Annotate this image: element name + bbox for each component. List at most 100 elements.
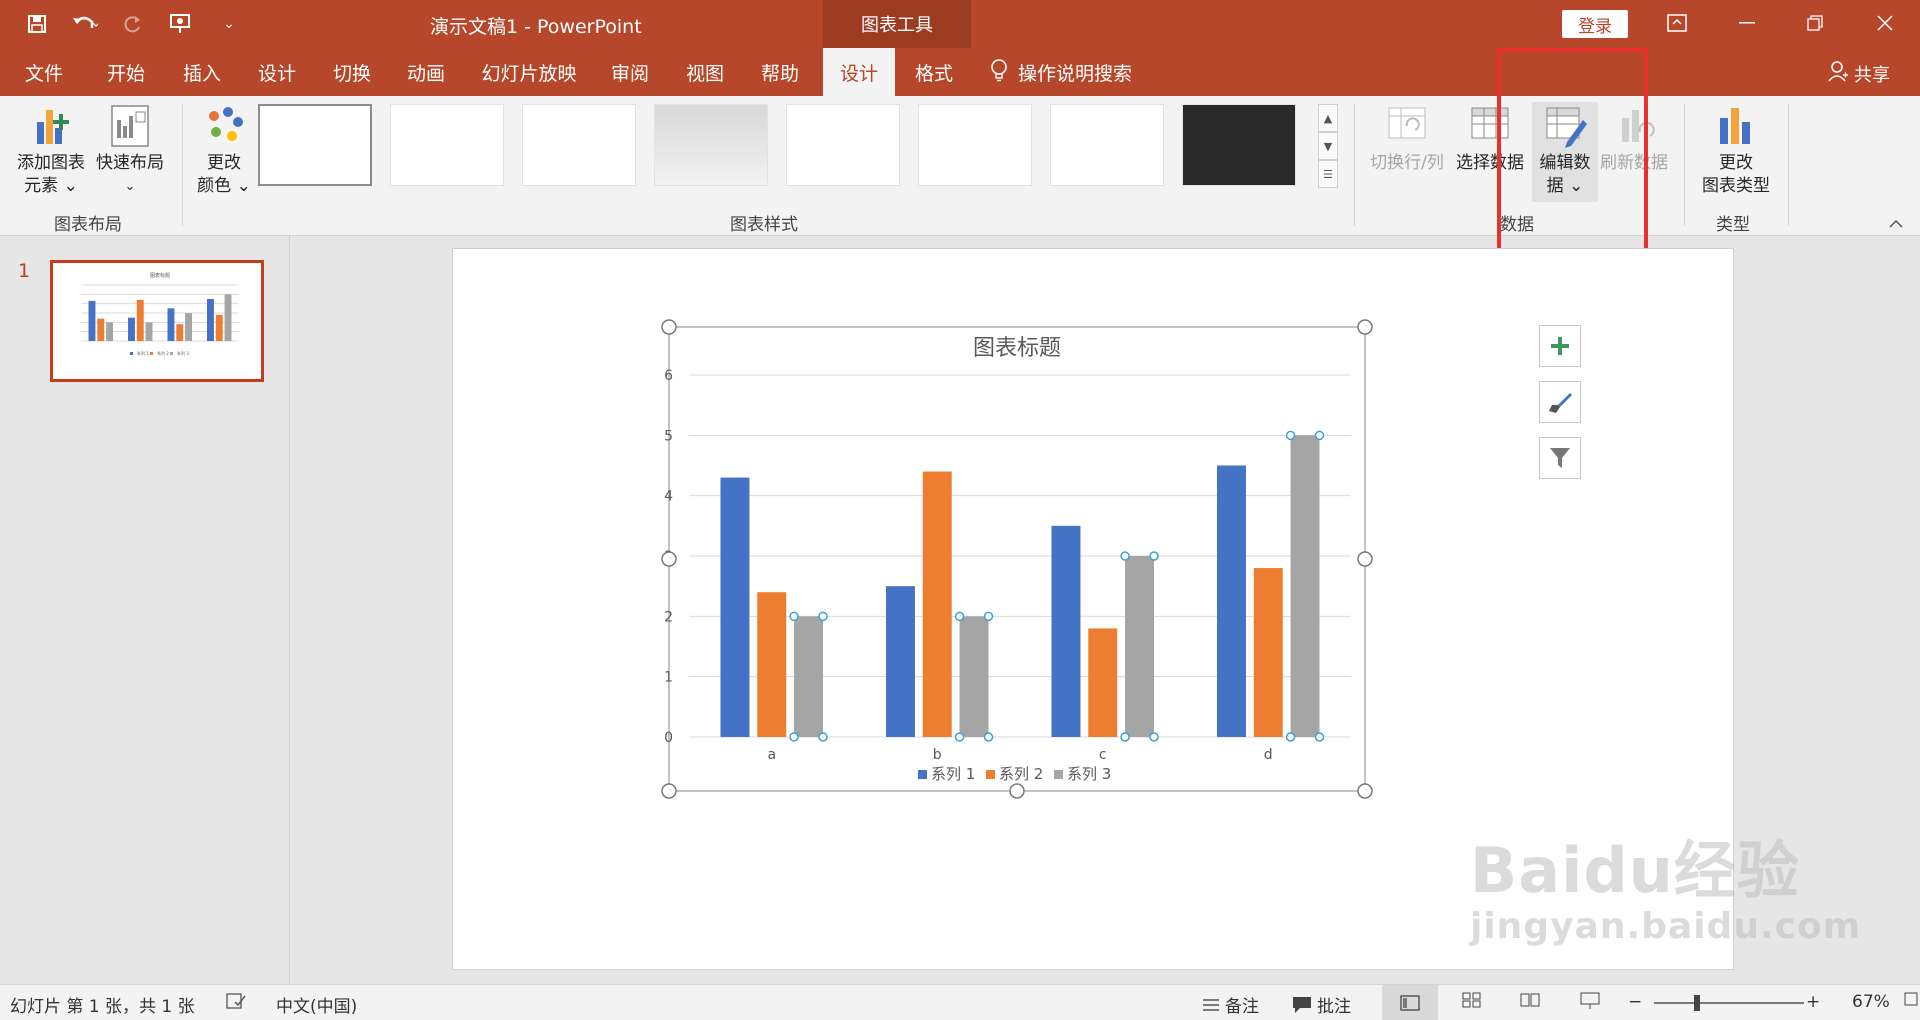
reading-view-icon[interactable] bbox=[1520, 992, 1540, 1008]
collapse-ribbon-icon[interactable] bbox=[1888, 214, 1908, 228]
bar-d-series1[interactable] bbox=[207, 299, 214, 341]
bar-a-series1[interactable] bbox=[88, 300, 96, 341]
quick-layout-button[interactable]: 快速布局 ⌄ bbox=[94, 102, 166, 198]
bar-b-series1[interactable] bbox=[885, 586, 915, 737]
bar-c-series2[interactable] bbox=[176, 324, 184, 341]
undo-icon[interactable] bbox=[70, 10, 100, 38]
selection-handle[interactable] bbox=[983, 611, 994, 622]
resize-handle[interactable] bbox=[1357, 783, 1373, 799]
gallery-more-icon[interactable]: ☰ bbox=[1318, 160, 1338, 188]
selection-handle[interactable] bbox=[1285, 430, 1296, 441]
tab-chart-design[interactable]: 设计 bbox=[823, 48, 895, 96]
bar-a-series2[interactable] bbox=[97, 318, 105, 341]
bar-c-series2[interactable] bbox=[1088, 628, 1118, 737]
tab-design[interactable]: 设计 bbox=[245, 48, 309, 96]
share-button[interactable]: 共享 bbox=[1828, 60, 1890, 87]
chart-style-8[interactable] bbox=[1182, 104, 1296, 186]
selection-handle[interactable] bbox=[1120, 732, 1130, 742]
fit-slide-icon[interactable] bbox=[1904, 992, 1918, 1006]
bar-d-series3[interactable] bbox=[224, 294, 232, 341]
bar-a-series3[interactable] bbox=[794, 616, 824, 737]
notes-button[interactable]: 备注 bbox=[1202, 992, 1259, 1017]
selection-handle[interactable] bbox=[954, 611, 965, 622]
selection-handle[interactable] bbox=[983, 732, 994, 742]
tab-review[interactable]: 审阅 bbox=[598, 48, 662, 96]
change-chart-type-button[interactable]: 更改 图表类型 bbox=[1694, 102, 1778, 198]
tell-me-search[interactable]: 操作说明搜索 bbox=[990, 48, 1160, 96]
selection-handle[interactable] bbox=[1120, 551, 1130, 561]
chart-style-1[interactable] bbox=[258, 104, 372, 186]
selection-handle[interactable] bbox=[818, 732, 828, 742]
zoom-slider-thumb[interactable] bbox=[1694, 995, 1700, 1011]
comments-button[interactable]: 批注 bbox=[1292, 992, 1351, 1017]
selection-handle[interactable] bbox=[789, 732, 799, 742]
selection-handle[interactable] bbox=[1314, 732, 1325, 742]
spellcheck-icon[interactable] bbox=[226, 992, 246, 1010]
slideshow-view-icon[interactable] bbox=[1580, 992, 1600, 1010]
resize-handle[interactable] bbox=[1357, 319, 1373, 335]
tab-slideshow[interactable]: 幻灯片放映 bbox=[474, 48, 584, 96]
tab-transitions[interactable]: 切换 bbox=[320, 48, 384, 96]
bar-a-series2[interactable] bbox=[757, 592, 787, 737]
resize-handle[interactable] bbox=[661, 551, 677, 567]
chart-style-3[interactable] bbox=[522, 104, 636, 186]
chart-filters-funnel-icon[interactable] bbox=[1539, 437, 1581, 479]
start-slideshow-icon[interactable] bbox=[166, 10, 196, 38]
tab-help[interactable]: 帮助 bbox=[748, 48, 812, 96]
login-button[interactable]: 登录 bbox=[1562, 10, 1628, 38]
bar-b-series1[interactable] bbox=[128, 317, 135, 341]
bar-b-series2[interactable] bbox=[922, 471, 952, 737]
bar-d-series1[interactable] bbox=[1216, 465, 1246, 738]
legend-label[interactable]: 系列 2 bbox=[999, 765, 1043, 783]
chart-elements-plus-icon[interactable] bbox=[1539, 325, 1581, 367]
slide-thumbnail[interactable]: 图表标题 系列 1 系列 2 系列 3 bbox=[50, 260, 264, 382]
language-status[interactable]: 中文(中国) bbox=[276, 992, 357, 1017]
chart-style-7[interactable] bbox=[1050, 104, 1164, 186]
gallery-scroll-down-icon[interactable]: ▼ bbox=[1318, 132, 1338, 160]
selection-handle[interactable] bbox=[789, 611, 799, 622]
bar-d-series3[interactable] bbox=[1290, 435, 1320, 737]
selection-handle[interactable] bbox=[1285, 732, 1296, 742]
chart-style-6[interactable] bbox=[918, 104, 1032, 186]
restore-icon[interactable] bbox=[1790, 6, 1840, 40]
resize-handle[interactable] bbox=[661, 783, 677, 799]
bar-d-series2[interactable] bbox=[1253, 568, 1283, 737]
selection-handle[interactable] bbox=[818, 611, 828, 622]
chart-style-2[interactable] bbox=[390, 104, 504, 186]
zoom-slider[interactable] bbox=[1654, 1002, 1804, 1004]
slide-count-status[interactable]: 幻灯片 第 1 张，共 1 张 bbox=[10, 992, 195, 1017]
legend-label[interactable]: 系列 3 bbox=[177, 350, 189, 356]
chart-style-4[interactable] bbox=[654, 104, 768, 186]
bar-a-series3[interactable] bbox=[106, 322, 113, 341]
normal-view-button[interactable] bbox=[1382, 985, 1438, 1020]
bar-d-series2[interactable] bbox=[215, 314, 223, 341]
gallery-scroll-up-icon[interactable]: ▲ bbox=[1318, 104, 1338, 132]
bar-b-series3[interactable] bbox=[145, 322, 153, 341]
legend-label[interactable]: 系列 1 bbox=[931, 765, 975, 783]
minimize-icon[interactable] bbox=[1722, 6, 1772, 40]
close-icon[interactable] bbox=[1860, 6, 1910, 40]
selection-handle[interactable] bbox=[1149, 551, 1159, 561]
bar-b-series3[interactable] bbox=[959, 616, 989, 737]
chart-title[interactable]: 图表标题 bbox=[150, 272, 170, 279]
tab-format[interactable]: 格式 bbox=[898, 48, 970, 96]
resize-handle[interactable] bbox=[1357, 551, 1373, 567]
add-chart-element-button[interactable]: 添加图表 元素 ⌄ bbox=[12, 102, 90, 198]
bar-c-series3[interactable] bbox=[1125, 556, 1155, 737]
bar-c-series3[interactable] bbox=[185, 313, 192, 341]
tab-file[interactable]: 文件 bbox=[12, 48, 76, 96]
tab-view[interactable]: 视图 bbox=[673, 48, 737, 96]
selection-handle[interactable] bbox=[1149, 732, 1159, 742]
save-icon[interactable] bbox=[22, 10, 52, 38]
tab-insert[interactable]: 插入 bbox=[170, 48, 234, 96]
bar-c-series1[interactable] bbox=[1051, 525, 1081, 737]
customize-qat-icon[interactable]: ⌄ bbox=[214, 10, 244, 38]
legend-label[interactable]: 系列 1 bbox=[137, 350, 149, 356]
chart-title[interactable]: 图表标题 bbox=[973, 336, 1061, 361]
bar-c-series1[interactable] bbox=[167, 308, 175, 341]
zoom-in-button[interactable]: + bbox=[1806, 992, 1820, 1012]
change-colors-button[interactable]: 更改 颜色 ⌄ bbox=[192, 102, 256, 198]
zoom-level[interactable]: 67% bbox=[1852, 992, 1890, 1012]
legend-label[interactable]: 系列 3 bbox=[1067, 765, 1111, 783]
zoom-out-button[interactable]: − bbox=[1628, 992, 1642, 1012]
